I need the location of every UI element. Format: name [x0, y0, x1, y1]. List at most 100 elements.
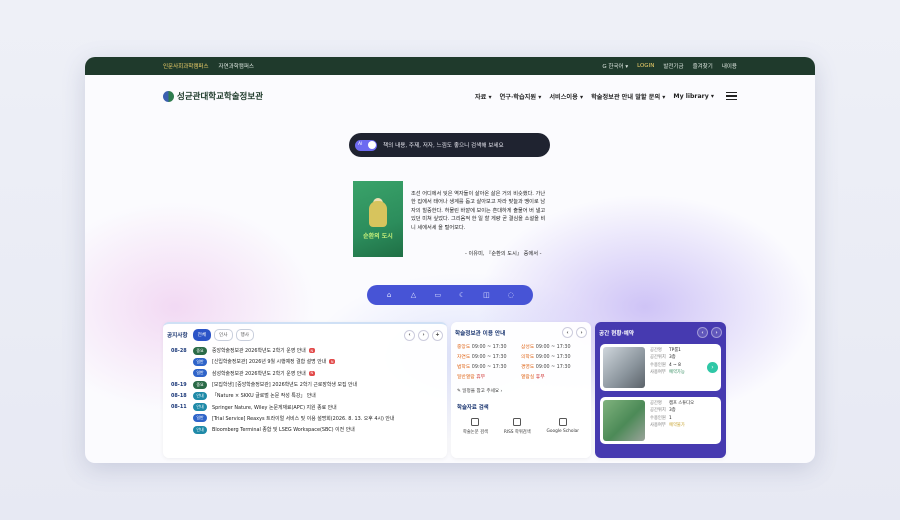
- tool-riss-search[interactable]: RISS 학위검색: [504, 418, 531, 435]
- donation-link[interactable]: 발전기금: [663, 62, 683, 70]
- nav-item-materials[interactable]: 자료 ▾: [475, 92, 492, 101]
- hours-location: 의학도: [521, 355, 535, 360]
- chat-icon[interactable]: ◌: [505, 289, 517, 301]
- notice-row[interactable]: 일반 삼성학술정보관 2026학년도 2학기 운영 안내 N: [171, 368, 439, 379]
- prev-button[interactable]: ‹: [697, 327, 708, 338]
- notice-badge: 일반: [193, 369, 207, 378]
- campus-link-humanities[interactable]: 인문사회과학캠퍼스: [163, 62, 209, 70]
- database-icon: [513, 418, 522, 426]
- hours-time: 휴무: [535, 375, 545, 380]
- notice-row[interactable]: 08-18 안내 「Nature × SKKU 글로벌 논문 작성 특강」 안내: [171, 390, 439, 401]
- bookmark-icon[interactable]: ◫: [480, 289, 492, 301]
- notice-title: 삼성학술정보관 2026학년도 2학기 운영 안내: [212, 370, 306, 377]
- tool-label: Google Scholar: [546, 429, 580, 434]
- hours-time: 09:00 ~ 17:30: [535, 345, 571, 350]
- next-button[interactable]: ›: [711, 327, 722, 338]
- hours-cell: 경영도 09:00 ~ 17:30: [521, 363, 585, 370]
- more-button[interactable]: +: [432, 329, 443, 341]
- room-status: 예약불가: [669, 423, 685, 429]
- notice-title: Springer Nature, Wiley 논문게재료(APC) 지원 종료 …: [212, 404, 337, 411]
- book-icon[interactable]: ▭: [432, 289, 444, 301]
- login-link[interactable]: LOGIN: [637, 63, 654, 69]
- room-info: 공간명 캠프 스튜디오 공간위치 3층 수용인원 1 사용여부 예약불가: [650, 400, 694, 441]
- notice-title: 「Nature × SKKU 글로벌 논문 작성 특강」 안내: [212, 393, 316, 400]
- my-usage-link[interactable]: 내이용: [722, 62, 737, 70]
- logo-text: 성균관대학교학술정보관: [177, 92, 264, 102]
- featured-book-cover[interactable]: 순환의 도시: [353, 181, 403, 257]
- room-capacity: 4 ~ 8: [669, 362, 681, 368]
- notice-row[interactable]: 일반 [Trial Service] Reaxys 트라이얼 서비스 및 이용 설…: [171, 413, 439, 424]
- main-nav: 자료 ▾ 연구·학습지원 ▾ 서비스이용 ▾ 학술정보관 안내 말할 문의 ▾ …: [475, 91, 737, 101]
- notice-row[interactable]: 일반 [신입학술정보관] 2026년 9월 시행예정 결합 설명 안내 N: [171, 356, 439, 367]
- room-floor: 3층: [669, 355, 676, 361]
- language-select[interactable]: G 한국어 ▾: [602, 62, 628, 70]
- notice-row[interactable]: 08-28 중요 중앙학술정보관 2026학년도 2학기 운영 안내 N: [171, 345, 439, 356]
- room-card[interactable]: 공간명 캠프 스튜디오 공간위치 3층 수용인원 1 사용여부 예약불가: [600, 397, 721, 444]
- hours-location: 삼성도: [521, 345, 535, 350]
- utility-links: G 한국어 ▾ LOGIN 발전기금 즐겨찾기 내이용: [602, 62, 737, 70]
- tab-events[interactable]: 행사: [235, 329, 254, 341]
- search-bar[interactable]: AI 책의 내용, 주제, 저자, 느낌도 좋으니 검색해 보세요: [349, 133, 550, 157]
- hours-time: 09:00 ~ 17:30: [535, 355, 571, 360]
- tool-paper-search[interactable]: 학술논문 검색: [463, 418, 488, 435]
- hours-cell: 일반열람 휴무: [457, 373, 521, 380]
- home-icon[interactable]: ⌂: [383, 289, 395, 301]
- notice-row[interactable]: 08-11 안내 Springer Nature, Wiley 논문게재료(APC)…: [171, 401, 439, 412]
- notice-date: 08-28: [171, 347, 187, 354]
- rooms-title: 공간 현황·예약: [599, 330, 634, 337]
- room-key: 사용여부: [650, 370, 666, 376]
- prev-button[interactable]: ‹: [404, 329, 415, 341]
- notice-title: [신입학술정보관] 2026년 9월 시행예정 결합 설명 안내: [212, 359, 327, 366]
- menu-icon[interactable]: [726, 91, 737, 101]
- next-button[interactable]: ›: [576, 327, 587, 338]
- hours-time: 09:00 ~ 17:30: [535, 365, 571, 370]
- notice-date: 08-18: [171, 392, 187, 399]
- favorites-link[interactable]: 즐겨찾기: [693, 62, 713, 70]
- next-button[interactable]: ›: [418, 329, 429, 341]
- hours-time: 휴무: [476, 375, 486, 380]
- moon-icon[interactable]: ☾: [456, 289, 468, 301]
- toggle-knob: [367, 141, 376, 149]
- hours-location: 열람실: [521, 375, 535, 380]
- room-key: 수용인원: [650, 415, 666, 421]
- room-card[interactable]: 공간명 TP룸1 공간위치 3층 수용인원 4 ~ 8 사용여부 예약가능 ›: [600, 344, 721, 391]
- nav-item-research-support[interactable]: 연구·학습지원 ▾: [500, 92, 542, 101]
- nav-item-library-info[interactable]: 학술정보관 안내 말할 문의 ▾: [591, 92, 665, 101]
- ai-search-toggle[interactable]: AI: [355, 139, 377, 151]
- room-status: 예약가능: [669, 370, 685, 376]
- ai-toggle-label: AI: [358, 141, 363, 147]
- notice-title: [Trial Service] Reaxys 트라이얼 서비스 및 이용 설명회…: [212, 415, 395, 422]
- room-key: 수용인원: [650, 362, 666, 368]
- notice-row[interactable]: 08-19 중요 [모집학생] [중앙학술정보관] 2026학년도 2학기 근로장학…: [171, 379, 439, 390]
- notice-date: 08-11: [171, 404, 187, 411]
- room-name: 캠프 스튜디오: [669, 401, 695, 406]
- new-badge: N: [308, 348, 315, 354]
- tool-google-scholar[interactable]: Google Scholar: [546, 418, 580, 435]
- room-photo: [603, 347, 645, 388]
- nav-item-services[interactable]: 서비스이용 ▾: [549, 92, 583, 101]
- notice-row[interactable]: 안내 Bloomberg Terminal 종합 및 LSEG Workspace…: [171, 424, 439, 435]
- site-logo[interactable]: 성균관대학교학술정보관: [163, 90, 263, 102]
- reserve-arrow-icon[interactable]: ›: [707, 362, 718, 373]
- top-utility-bar: 인문사회과학캠퍼스 자연과학캠퍼스 G 한국어 ▾ LOGIN 발전기금 즐겨찾…: [85, 57, 815, 75]
- search-placeholder: 책의 내용, 주제, 저자, 느낌도 좋으니 검색해 보세요: [383, 143, 504, 149]
- hours-cell: 열람실 휴무: [521, 373, 585, 380]
- room-key: 공간위치: [650, 355, 666, 361]
- tab-personnel[interactable]: 인사: [214, 329, 233, 341]
- hours-pager: ‹ ›: [562, 327, 587, 338]
- alert-icon[interactable]: △: [407, 289, 419, 301]
- tab-all[interactable]: 전체: [192, 329, 212, 341]
- nav-item-my-library[interactable]: My library ▾: [673, 93, 714, 100]
- prev-button[interactable]: ‹: [562, 327, 573, 338]
- hours-location: 중앙도: [457, 345, 471, 350]
- hours-header: 학술정보관 이용 안내 ‹ ›: [451, 322, 591, 338]
- notices-panel: 공지사항 전체 인사 행사 ‹ › + 08-28 중요 중앙학술정보관 2026학…: [163, 322, 447, 458]
- campus-link-science[interactable]: 자연과학캠퍼스: [219, 62, 254, 70]
- tool-label: RISS 학위검색: [503, 430, 531, 435]
- notices-tabs: 전체 인사 행사: [192, 329, 254, 341]
- browser-frame: 인문사회과학캠퍼스 자연과학캠퍼스 G 한국어 ▾ LOGIN 발전기금 즐겨찾…: [85, 57, 815, 463]
- scholar-icon: [558, 418, 567, 426]
- hours-location: 일반열람: [457, 375, 475, 380]
- hours-location: 경영도: [521, 365, 535, 370]
- hours-note-link[interactable]: ✎ 일정을 참고 주세요 ›: [451, 385, 591, 397]
